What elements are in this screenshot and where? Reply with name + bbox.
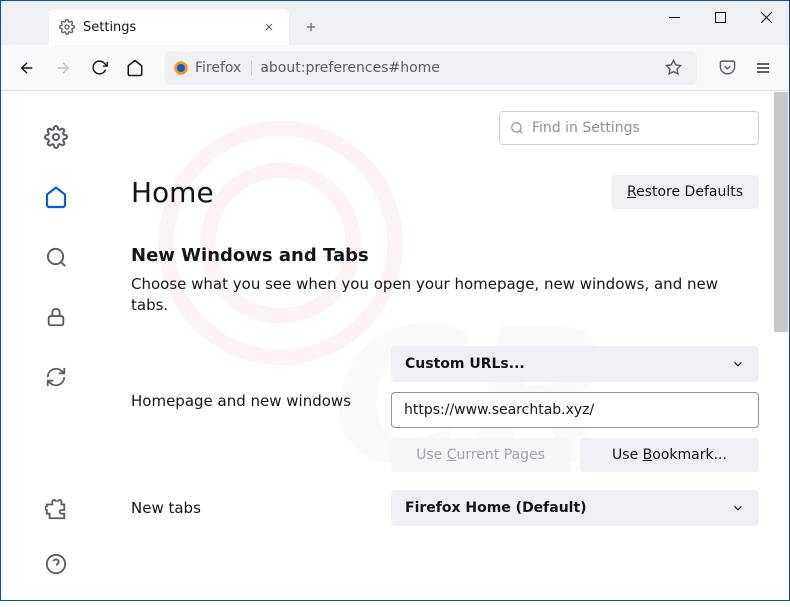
help-icon [45,553,67,575]
puzzle-icon [45,499,67,521]
app-menu-button[interactable] [747,52,779,84]
search-icon [45,246,68,269]
select-value: Firefox Home (Default) [405,500,587,516]
back-button[interactable] [11,52,43,84]
reload-icon [91,59,108,76]
select-value: Custom URLs... [405,356,525,372]
newtabs-label: New tabs [131,499,371,517]
section-description: Choose what you see when you open your h… [131,274,759,316]
close-tab-button[interactable] [259,17,279,37]
window-controls [651,1,789,39]
section-title: New Windows and Tabs [131,245,759,266]
bookmark-star-button[interactable] [657,52,689,84]
sidebar-item-help[interactable] [38,546,74,582]
arrow-right-icon [54,59,72,77]
search-icon [510,121,524,135]
chevron-down-icon [731,501,745,515]
close-window-button[interactable] [743,1,789,33]
pocket-button[interactable] [711,52,743,84]
restore-defaults-button[interactable]: Restore Defaults [611,175,759,209]
browser-tab[interactable]: Settings [49,9,289,45]
chevron-down-icon [731,357,745,371]
home-icon [126,59,144,77]
url-bar[interactable]: Firefox about:preferences#home [165,51,697,85]
identity-label: Firefox [195,60,241,76]
minimize-icon [669,12,680,23]
use-current-pages-button[interactable]: Use Current Pages [391,438,570,472]
homepage-mode-select[interactable]: Custom URLs... [391,346,759,382]
page-title: Home [131,176,214,209]
sidebar-item-home[interactable] [38,179,74,215]
pocket-icon [719,59,736,76]
plus-icon [304,20,318,34]
sidebar-item-sync[interactable] [38,359,74,395]
gear-icon [59,19,75,35]
maximize-icon [715,12,726,23]
gear-icon [44,125,68,149]
firefox-icon [173,60,189,76]
search-placeholder: Find in Settings [532,120,640,136]
minimize-button[interactable] [651,1,697,33]
settings-search-input[interactable]: Find in Settings [499,111,759,145]
homepage-label: Homepage and new windows [131,346,371,410]
navigation-toolbar: Firefox about:preferences#home [1,45,789,91]
url-text: about:preferences#home [260,60,649,76]
new-tab-button[interactable] [295,11,327,43]
sidebar-item-extensions[interactable] [38,492,74,528]
sidebar-item-privacy[interactable] [38,299,74,335]
close-icon [263,21,275,33]
sync-icon [45,366,67,388]
lock-icon [45,306,67,328]
homepage-url-input[interactable] [391,392,759,428]
arrow-left-icon [18,59,36,77]
use-bookmark-button[interactable]: Use Bookmark... [580,438,759,472]
settings-sidebar [1,91,111,602]
newtabs-select[interactable]: Firefox Home (Default) [391,490,759,526]
identity-box[interactable]: Firefox [173,60,252,76]
forward-button[interactable] [47,52,79,84]
reload-button[interactable] [83,52,115,84]
hamburger-icon [755,60,771,76]
star-icon [665,59,682,76]
sidebar-item-general[interactable] [38,119,74,155]
home-icon [44,185,68,209]
close-icon [761,12,772,23]
tab-title: Settings [83,20,251,35]
home-button[interactable] [119,52,151,84]
maximize-button[interactable] [697,1,743,33]
sidebar-item-search[interactable] [38,239,74,275]
settings-main: Find in Settings Home Restore Defaults N… [111,91,789,602]
